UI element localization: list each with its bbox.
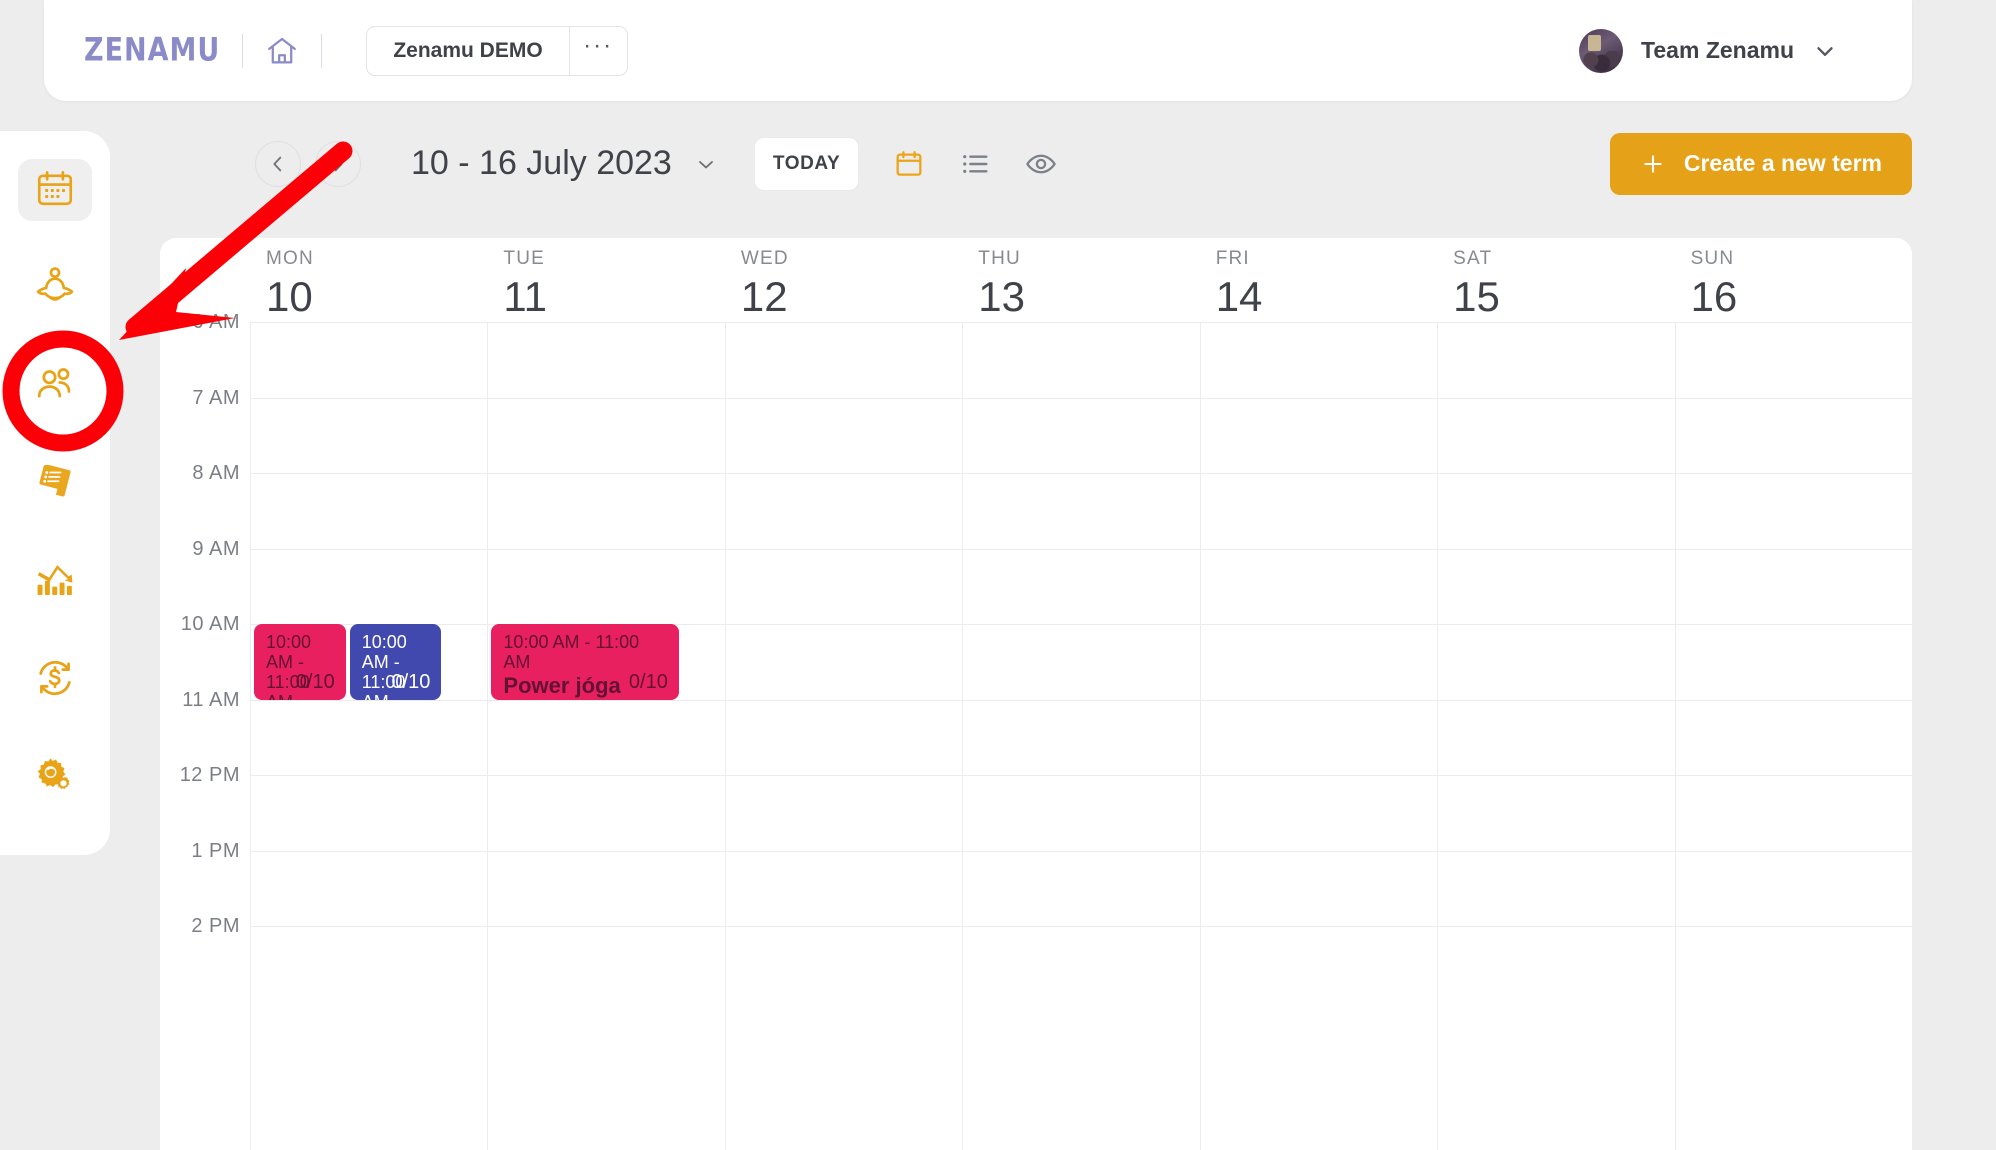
plus-icon — [1640, 151, 1666, 177]
event-capacity-label: 0/10 — [628, 670, 668, 693]
hour-label: 7 AM — [192, 386, 240, 409]
divider — [242, 33, 244, 68]
hour-gridline — [250, 775, 1912, 776]
calendar-view-icon[interactable] — [893, 148, 925, 180]
event-capacity-label: 0/10 — [391, 670, 431, 693]
hour-gridline — [250, 473, 1912, 474]
user-menu[interactable]: Team Zenamu — [1579, 28, 1838, 73]
hour-label: 9 AM — [192, 537, 240, 560]
hour-label: 6 AM — [192, 311, 240, 333]
day-column-divider — [487, 322, 489, 1150]
hour-label: 12 PM — [179, 764, 240, 786]
event-capacity-label: 0/10 — [295, 670, 335, 693]
app-root: ZENAMU Zenamu DEMO ··· Team Zenamu 10 - … — [0, 0, 1996, 1150]
calendar-icon — [34, 167, 76, 214]
calendar-card: MON 10 TUE 11 WED 12 THU 13 FRI 14 SAT 15 SUN 16 6 AM… — [160, 238, 1912, 1150]
sidebar-item-calendar[interactable] — [18, 159, 92, 221]
day-column-divider — [250, 322, 251, 1150]
hour-label: 8 AM — [192, 462, 240, 484]
calendar-toolbar: 10 - 16 July 2023 TODAY Create a new ter… — [110, 101, 1996, 226]
hour-gridline — [250, 699, 1912, 701]
hour-gridline — [250, 548, 1912, 550]
day-of-week-label: MON — [266, 248, 314, 269]
sidebar-item-classes[interactable] — [18, 257, 92, 319]
yoga-meditation-icon — [32, 263, 78, 314]
day-of-week-label: SUN — [1690, 248, 1735, 269]
sidebar-item-statistics[interactable] — [18, 551, 92, 613]
workspace-selector[interactable]: Zenamu DEMO ··· — [366, 25, 628, 76]
date-range-label[interactable]: 10 - 16 July 2023 — [411, 144, 672, 183]
create-new-term-label: Create a new term — [1683, 150, 1882, 176]
hour-label: 11 AM — [182, 688, 240, 711]
day-of-week-label: WED — [740, 248, 789, 269]
eye-visibility-icon[interactable] — [1025, 148, 1057, 180]
next-week-button[interactable] — [315, 140, 361, 187]
divider — [321, 33, 323, 68]
calendar-day-header: MON 10 TUE 11 WED 12 THU 13 FRI 14 SAT 15 SUN 16 — [160, 238, 1912, 320]
day-of-week-label: THU — [978, 248, 1021, 269]
dollar-refresh-icon — [33, 656, 77, 705]
sidebar — [0, 131, 110, 855]
event-powerjoga-vpondeli-mon-blue[interactable]: 10:00 AM - 11:00 AMPowerjoga vpondeli0/1… — [349, 624, 442, 700]
avatar — [1579, 28, 1624, 73]
sidebar-item-clients[interactable] — [18, 355, 92, 417]
event-power-joga-tue-pink[interactable]: 10:00 AM - 11:00 AM Power jóga 0/10 — [491, 624, 679, 700]
day-column-divider — [1199, 322, 1201, 1150]
event-power-joga-mon-pink[interactable]: 10:00 AM - 11:00 AMPower jóga0/10 — [254, 624, 346, 700]
day-column-divider — [962, 322, 964, 1150]
day-column-divider — [1674, 322, 1676, 1150]
workspace-more-button[interactable]: ··· — [568, 26, 627, 75]
bar-chart-icon — [33, 558, 77, 607]
chevron-down-icon[interactable] — [694, 152, 718, 176]
hour-gridline — [250, 397, 1912, 399]
day-column-divider — [1437, 322, 1439, 1150]
document-list-icon — [34, 461, 76, 508]
calendar-grid: 6 AM 7 AM 8 AM 9 AM 10 AM 11 AM 12 PM 1 PM 2 PM 1… — [160, 306, 1912, 1150]
top-bar: ZENAMU Zenamu DEMO ··· Team Zenamu — [44, 0, 1912, 101]
sidebar-item-invoices[interactable] — [18, 453, 92, 515]
workspace-name[interactable]: Zenamu DEMO — [367, 27, 568, 75]
today-button[interactable]: TODAY — [753, 136, 860, 191]
event-time-label: 10:00 AM - 11:00 AM — [503, 632, 640, 673]
sidebar-item-settings[interactable] — [18, 747, 92, 809]
people-icon — [33, 362, 77, 411]
prev-week-button[interactable] — [255, 140, 301, 187]
hour-label: 2 PM — [191, 915, 240, 937]
create-new-term-button[interactable]: Create a new term — [1609, 132, 1912, 195]
list-view-icon[interactable] — [959, 148, 991, 180]
day-column-divider — [724, 322, 726, 1150]
sidebar-item-payments[interactable] — [18, 649, 92, 711]
day-of-week-label: SAT — [1453, 248, 1493, 269]
brand-logo[interactable]: ZENAMU — [84, 32, 220, 69]
hour-label: 1 PM — [191, 839, 240, 862]
user-name: Team Zenamu — [1641, 37, 1794, 63]
hour-label: 10 AM — [180, 613, 240, 635]
day-of-week-label: TUE — [503, 248, 546, 269]
hour-gridline — [250, 322, 1912, 323]
hour-gridline — [250, 926, 1912, 927]
day-of-week-label: FRI — [1215, 248, 1250, 269]
home-icon[interactable] — [265, 34, 299, 68]
hour-gridline — [250, 850, 1912, 852]
gears-icon — [33, 754, 77, 803]
chevron-down-icon[interactable] — [1812, 38, 1838, 64]
